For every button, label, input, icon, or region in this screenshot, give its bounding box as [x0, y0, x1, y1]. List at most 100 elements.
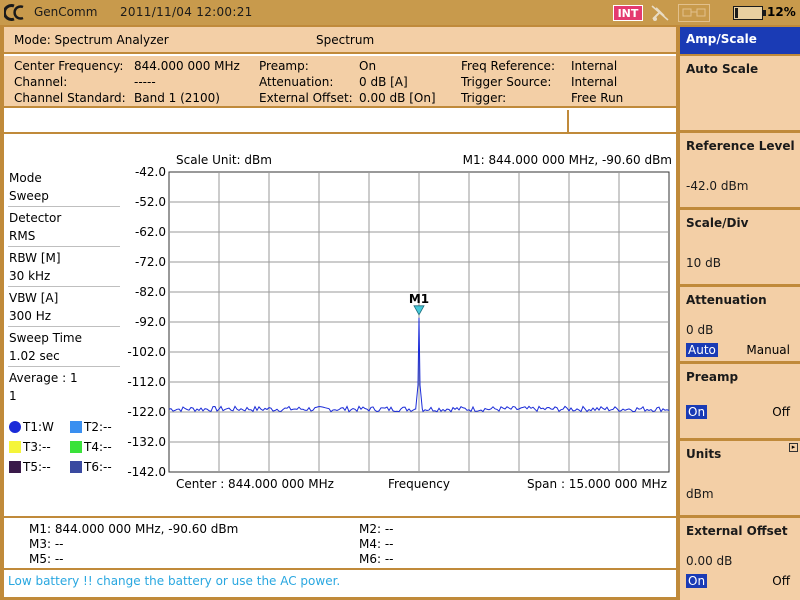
external-offset-on-option[interactable]: On [686, 574, 708, 588]
freq-reference-value: Internal [571, 59, 618, 73]
trace-swatch [9, 421, 21, 433]
trigger-value: Free Run [571, 91, 624, 105]
info-bar [4, 110, 676, 134]
trace-6-indicator[interactable]: T6:-- [70, 460, 112, 474]
mode-bar: Mode: Spectrum Analyzer Spectrum [4, 27, 676, 54]
setting-item: Sweep Time 1.02 sec [4, 328, 124, 368]
external-offset-softkey-label: External Offset [686, 524, 788, 538]
trace-4-indicator[interactable]: T4:-- [70, 440, 112, 454]
external-offset-label: External Offset: [259, 91, 353, 105]
parameters-panel: Center Frequency: 844.000 000 MHz Channe… [4, 56, 676, 108]
channel-label: Channel: [14, 75, 68, 89]
freq-reference-label: Freq Reference: [461, 59, 555, 73]
marker-m1-readout: M1: 844.000 000 MHz, -90.60 dBm [29, 522, 239, 536]
preamp-value: On [359, 59, 377, 73]
trace-2-indicator[interactable]: T2:-- [70, 420, 112, 434]
trace-swatch [70, 461, 82, 473]
trace-swatch [70, 441, 82, 453]
attenuation-button[interactable]: Attenuation 0 dB Auto Manual [680, 287, 800, 362]
setting-value: RMS [9, 229, 36, 243]
external-offset-button[interactable]: External Offset 0.00 dB On Off [680, 518, 800, 600]
main-panel: Mode: Spectrum Analyzer Spectrum Center … [4, 27, 676, 597]
trace-label: T5:-- [23, 460, 51, 474]
trace-label: T6:-- [84, 460, 112, 474]
channel-standard-label: Channel Standard: [14, 91, 126, 105]
spectrum-chart[interactable]: -42.0 -52.0 -62.0 -72.0 -82.0 -92.0 -102.0 -112… [124, 145, 676, 515]
y-tick-label: -72.0 [135, 255, 166, 269]
y-tick-label: -102.0 [127, 345, 166, 359]
setting-label: Mode [9, 171, 42, 185]
attenuation-value: 0 dB [A] [359, 75, 408, 89]
setting-item: Detector RMS [4, 208, 124, 248]
int-reference-badge: INT [613, 5, 643, 21]
external-offset-value: 0.00 dB [On] [359, 91, 436, 105]
marker-m2-readout: M2: -- [359, 522, 394, 536]
submenu-indicator-icon: ▸ [789, 443, 798, 452]
trace-label: T2:-- [84, 420, 112, 434]
marker-readout-header: M1: 844.000 000 MHz, -90.60 dBm [463, 153, 672, 167]
softkey-panel: Amp/Scale Auto Scale Reference Level -42… [680, 27, 800, 600]
trace-label: T1:W [23, 420, 54, 434]
scale-div-button[interactable]: Scale/Div 10 dB [680, 210, 800, 285]
setting-label: Average : 1 [9, 371, 78, 385]
setting-value: 1 [9, 389, 17, 403]
setting-label: Detector [9, 211, 62, 225]
auto-scale-button[interactable]: Auto Scale [680, 56, 800, 131]
attenuation-manual-option[interactable]: Manual [746, 343, 790, 357]
scale-div-label: Scale/Div [686, 216, 749, 230]
setting-item: Mode Sweep [4, 168, 124, 208]
x-axis-label: Frequency [388, 477, 450, 491]
x-center-label: Center : 844.000 000 MHz [176, 477, 334, 491]
reference-level-button[interactable]: Reference Level -42.0 dBm [680, 133, 800, 208]
gencomm-logo-icon [4, 3, 26, 22]
mode-label: Mode: Spectrum Analyzer [14, 33, 169, 47]
network-icon [678, 4, 710, 22]
attenuation-softkey-label: Attenuation [686, 293, 767, 307]
setting-value: 30 kHz [9, 269, 51, 283]
units-label: Units [686, 447, 722, 461]
trace-1-indicator[interactable]: T1:W [9, 420, 54, 434]
setting-value: Sweep [9, 189, 49, 203]
setting-label: RBW [M] [9, 251, 61, 265]
y-tick-label: -112.0 [127, 375, 166, 389]
external-offset-off-option[interactable]: Off [772, 574, 790, 588]
reference-level-label: Reference Level [686, 139, 795, 153]
trace-legend: T1:W T2:-- T3:-- T4:-- T5:-- T6:-- [4, 416, 124, 476]
x-span-label: Span : 15.000 000 MHz [527, 477, 667, 491]
marker-m4-readout: M4: -- [359, 537, 394, 551]
setting-label: Sweep Time [9, 331, 82, 345]
channel-value: ----- [134, 75, 156, 89]
scale-div-value: 10 dB [686, 256, 721, 270]
brand-name: GenComm [34, 5, 98, 19]
y-tick-label: -132.0 [127, 435, 166, 449]
setting-item: Average : 1 1 [4, 368, 124, 408]
trigger-source-value: Internal [571, 75, 618, 89]
marker-m5-readout: M5: -- [29, 552, 64, 566]
softkey-menu-title: Amp/Scale [680, 27, 800, 54]
attenuation-softkey-value: 0 dB [686, 323, 714, 337]
channel-standard-value: Band 1 (2100) [134, 91, 220, 105]
marker-m6-readout: M6: -- [359, 552, 394, 566]
battery-icon [733, 6, 766, 20]
attenuation-auto-option[interactable]: Auto [686, 343, 718, 357]
preamp-softkey-label: Preamp [686, 370, 739, 384]
battery-percentage: 12% [767, 5, 796, 19]
preamp-off-option[interactable]: Off [772, 405, 790, 419]
setting-value: 1.02 sec [9, 349, 60, 363]
units-button[interactable]: Units ▸ dBm [680, 441, 800, 516]
trace-3-indicator[interactable]: T3:-- [9, 440, 51, 454]
datetime: 2011/11/04 12:00:21 [120, 5, 253, 19]
units-value: dBm [686, 487, 714, 501]
trace-swatch [9, 441, 21, 453]
center-frequency-value: 844.000 000 MHz [134, 59, 240, 73]
setting-item: RBW [M] 30 kHz [4, 248, 124, 288]
attenuation-label: Attenuation: [259, 75, 334, 89]
preamp-button[interactable]: Preamp On Off [680, 364, 800, 439]
y-tick-label: -142.0 [127, 465, 166, 479]
preamp-label: Preamp: [259, 59, 309, 73]
marker-m3-readout: M3: -- [29, 537, 64, 551]
preamp-on-option[interactable]: On [686, 405, 708, 419]
trigger-source-label: Trigger Source: [461, 75, 552, 89]
trace-5-indicator[interactable]: T5:-- [9, 460, 51, 474]
y-tick-label: -122.0 [127, 405, 166, 419]
